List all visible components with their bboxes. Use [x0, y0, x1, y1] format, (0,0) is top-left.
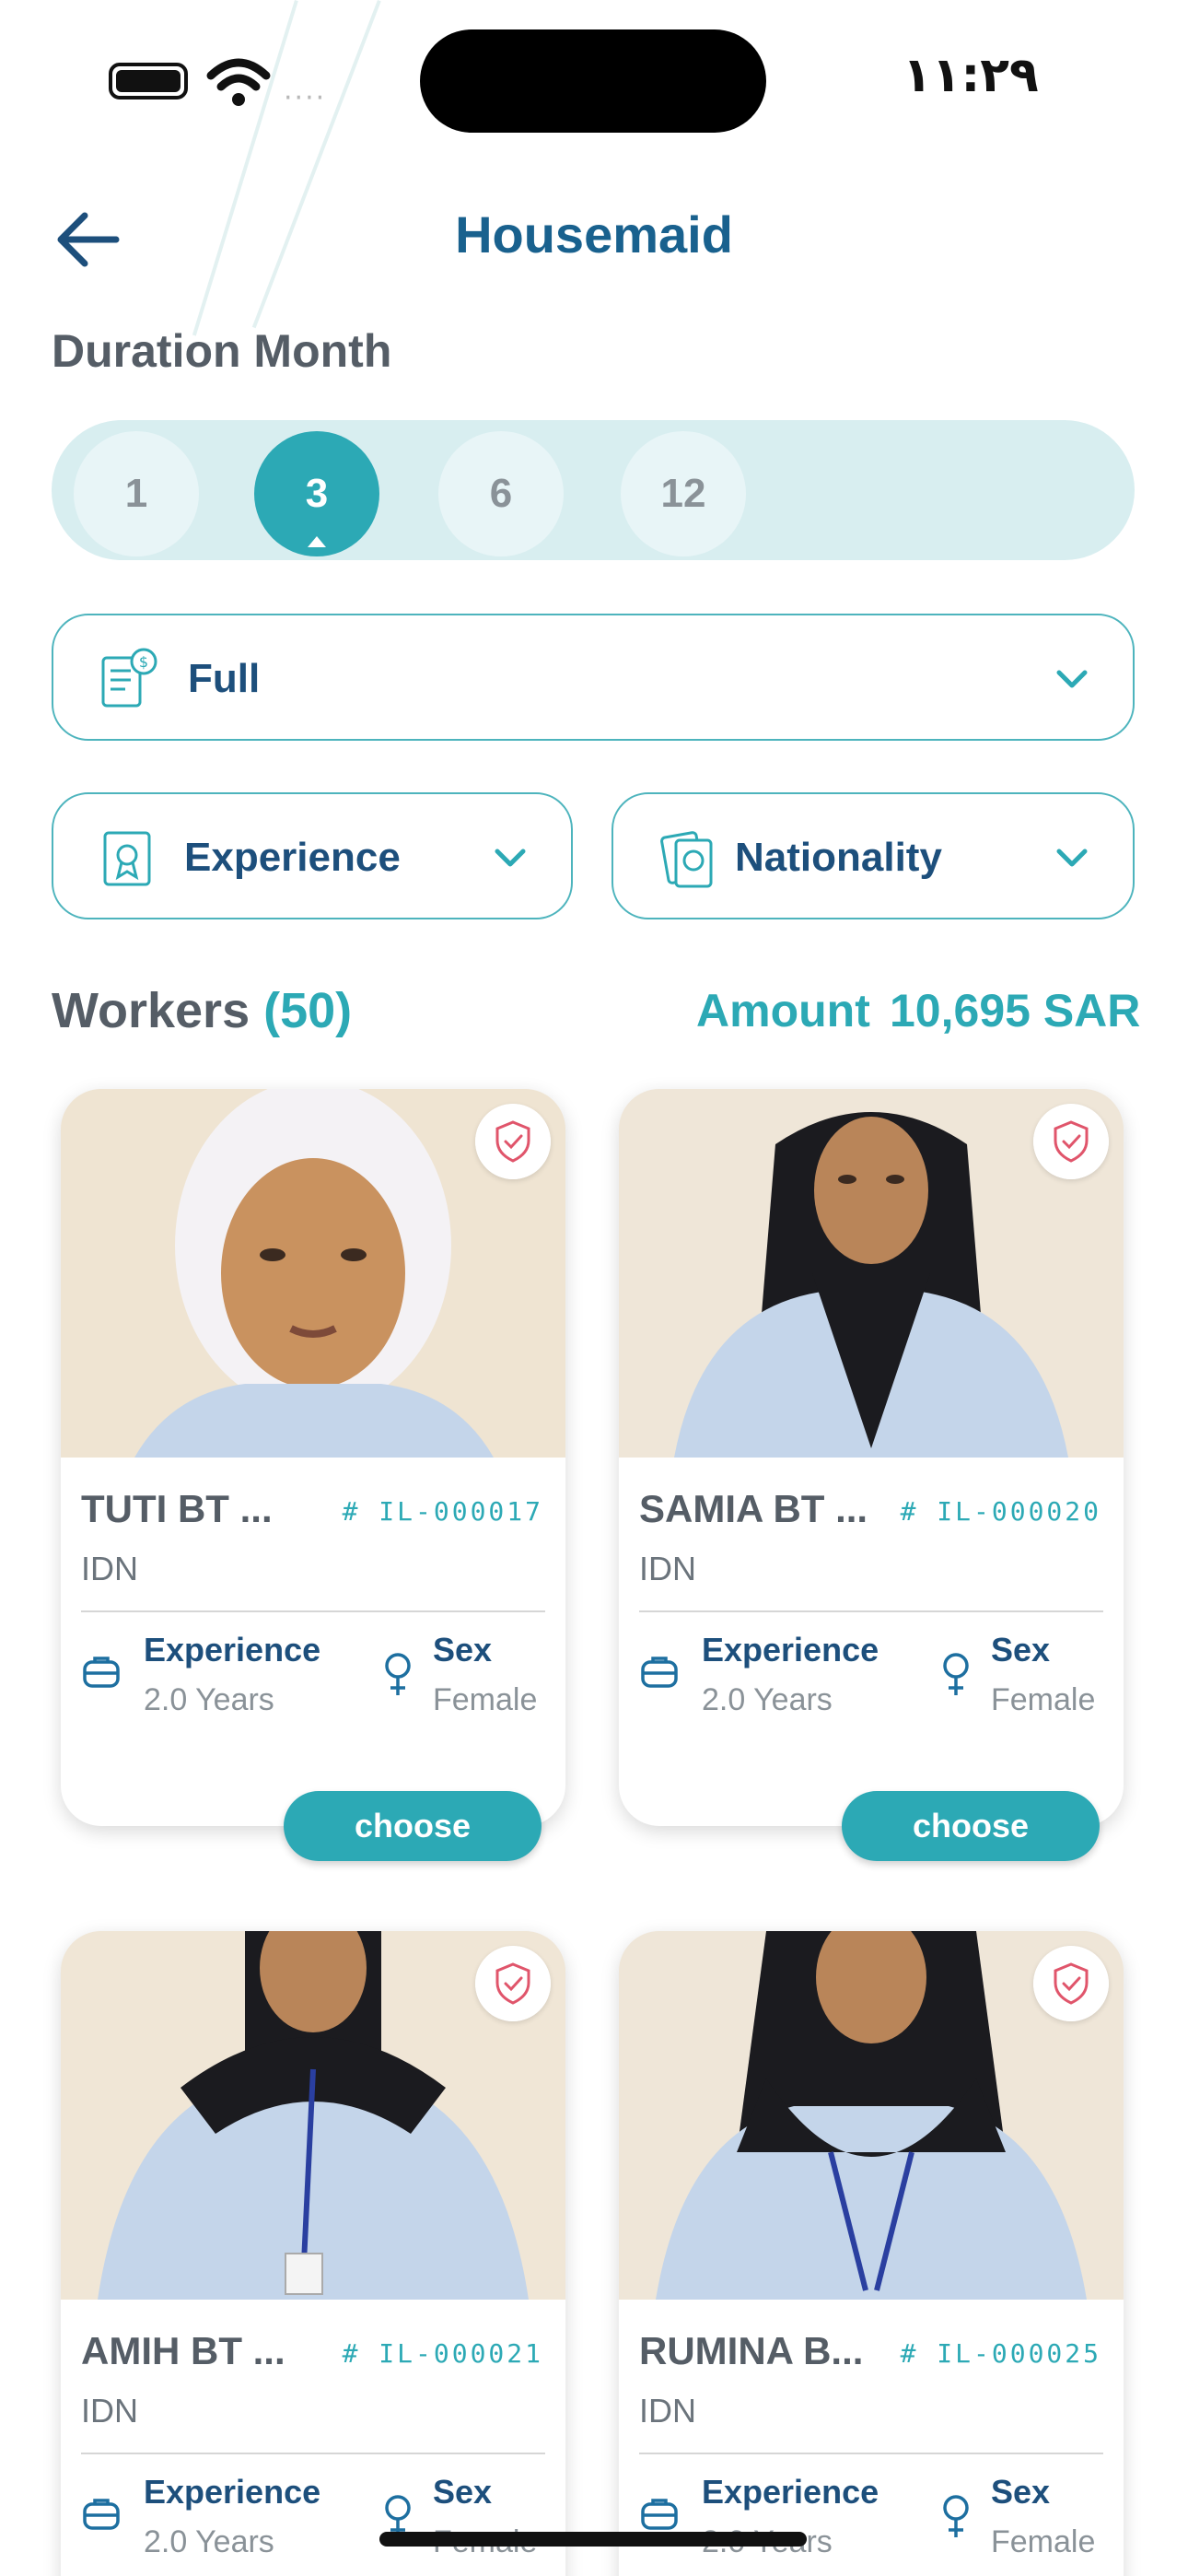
duration-option-3[interactable]: 3 [254, 431, 379, 556]
svg-text:$: $ [139, 653, 148, 671]
experience-label: Experience [702, 1631, 879, 1669]
package-dropdown-label: Full [188, 656, 261, 701]
experience-dropdown[interactable]: Experience [52, 792, 573, 919]
sex-value: Female [991, 2524, 1096, 2559]
passport-icon [660, 831, 713, 888]
chevron-down-icon [1056, 670, 1088, 688]
worker-photo [61, 1931, 565, 2300]
package-dropdown[interactable]: $ Full [52, 614, 1135, 741]
worker-nationality: IDN [639, 2392, 696, 2430]
status-bar: ···· ١١:٢٩ [0, 0, 1188, 157]
briefcase-icon [83, 1657, 120, 1688]
status-time: ١١:٢٩ [903, 48, 1039, 103]
home-indicator[interactable] [379, 2532, 807, 2547]
duration-selector: 1 3 6 12 [52, 420, 1135, 560]
sex-label: Sex [433, 2473, 493, 2511]
sex-label: Sex [991, 2473, 1051, 2511]
experience-value: 2.0 Years [144, 2524, 274, 2559]
dynamic-island [420, 29, 766, 133]
choose-button[interactable]: choose [842, 1791, 1100, 1861]
worker-card[interactable]: TUTI BT ... # IL-000017 IDN Experience 2… [61, 1089, 565, 1861]
verified-shield-icon [1033, 1104, 1109, 1179]
certificate-icon [103, 831, 151, 886]
worker-nationality: IDN [81, 1550, 138, 1587]
chevron-down-icon [495, 849, 526, 867]
worker-photo [619, 1089, 1124, 1458]
experience-dropdown-label: Experience [184, 835, 401, 880]
worker-nationality: IDN [639, 1550, 696, 1587]
amount-value: 10,695 SAR [890, 985, 1141, 1036]
briefcase-icon [83, 2499, 120, 2530]
worker-id: # IL-000021 [342, 2338, 543, 2369]
worker-photo [61, 1089, 565, 1458]
duration-option-6[interactable]: 6 [438, 431, 564, 556]
verified-shield-icon [1033, 1946, 1109, 2021]
sex-value: Female [991, 1682, 1096, 1717]
workers-label: Workers [52, 983, 250, 1038]
chevron-down-icon [1056, 849, 1088, 867]
verified-shield-icon [475, 1946, 551, 2021]
worker-card[interactable]: AMIH BT ... # IL-000021 IDN Experience 2… [61, 1931, 565, 2576]
verified-shield-icon [475, 1104, 551, 1179]
female-icon [943, 1653, 969, 1695]
briefcase-icon [641, 1657, 678, 1688]
experience-label: Experience [144, 2473, 321, 2511]
sex-value: Female [433, 1682, 538, 1717]
page-title: Housemaid [455, 205, 733, 263]
workers-count: (50) [263, 983, 353, 1038]
choose-button[interactable]: choose [284, 1791, 542, 1861]
worker-card[interactable]: RUMINA B... # IL-000025 IDN Experience 2… [619, 1931, 1124, 2576]
sex-label: Sex [991, 1631, 1051, 1669]
card-divider [81, 2453, 545, 2454]
battery-icon [109, 63, 188, 100]
female-icon [943, 2495, 969, 2537]
worker-card[interactable]: SAMIA BT ... # IL-000020 IDN Experience … [619, 1089, 1124, 1861]
nationality-dropdown[interactable]: Nationality [611, 792, 1135, 919]
nationality-dropdown-label: Nationality [735, 835, 942, 880]
briefcase-icon [641, 2499, 678, 2530]
worker-id: # IL-000017 [342, 1496, 543, 1527]
invoice-dollar-icon: $ [101, 648, 157, 708]
worker-name: AMIH BT ... [81, 2329, 285, 2372]
worker-name: RUMINA B... [639, 2329, 864, 2372]
worker-name: TUTI BT ... [81, 1487, 273, 1530]
amount-label: Amount [696, 985, 870, 1036]
worker-nationality: IDN [81, 2392, 138, 2430]
card-divider [639, 1610, 1103, 1612]
experience-value: 2.0 Years [702, 1682, 833, 1717]
experience-value: 2.0 Years [144, 1682, 274, 1717]
worker-id: # IL-000025 [900, 2338, 1101, 2369]
experience-label: Experience [702, 2473, 879, 2511]
duration-option-1[interactable]: 1 [74, 431, 199, 556]
cellular-signal-icon: ···· [284, 82, 327, 114]
card-divider [81, 1610, 545, 1612]
sex-label: Sex [433, 1631, 493, 1669]
workers-heading: Workers (50) [52, 982, 352, 1039]
card-divider [639, 2453, 1103, 2454]
female-icon [385, 1653, 411, 1695]
experience-label: Experience [144, 1631, 321, 1669]
duration-option-12[interactable]: 12 [621, 431, 746, 556]
wifi-icon [206, 58, 271, 106]
worker-name: SAMIA BT ... [639, 1487, 868, 1530]
worker-id: # IL-000020 [900, 1496, 1101, 1527]
duration-label: Duration Month [52, 325, 392, 377]
worker-photo [619, 1931, 1124, 2300]
